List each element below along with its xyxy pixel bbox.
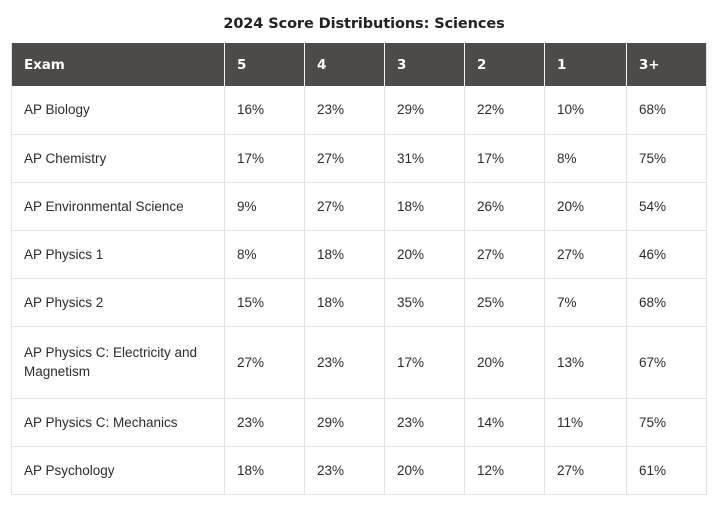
- cell-score-3plus: 68%: [627, 278, 707, 326]
- table-row: AP Physics C: Electricity and Magnetism …: [12, 326, 707, 398]
- cell-score-2: 20%: [465, 326, 545, 398]
- cell-score-2: 26%: [465, 182, 545, 230]
- cell-score-3: 20%: [385, 230, 465, 278]
- column-header-2[interactable]: 2: [465, 43, 545, 86]
- cell-score-3plus: 46%: [627, 230, 707, 278]
- cell-score-1: 10%: [545, 86, 627, 134]
- cell-score-1: 13%: [545, 326, 627, 398]
- column-header-3plus[interactable]: 3+: [627, 43, 707, 86]
- cell-exam-name: AP Chemistry: [12, 134, 225, 182]
- cell-score-5: 8%: [225, 230, 305, 278]
- cell-score-4: 27%: [305, 134, 385, 182]
- cell-score-3plus: 61%: [627, 446, 707, 494]
- cell-exam-name: AP Biology: [12, 86, 225, 134]
- cell-score-1: 20%: [545, 182, 627, 230]
- cell-score-5: 18%: [225, 446, 305, 494]
- cell-score-4: 18%: [305, 278, 385, 326]
- cell-score-4: 27%: [305, 182, 385, 230]
- cell-score-5: 16%: [225, 86, 305, 134]
- cell-score-2: 17%: [465, 134, 545, 182]
- cell-exam-name: AP Physics C: Electricity and Magnetism: [12, 326, 225, 398]
- cell-score-1: 27%: [545, 446, 627, 494]
- cell-score-2: 14%: [465, 398, 545, 446]
- table-row: AP Physics C: Mechanics 23% 29% 23% 14% …: [12, 398, 707, 446]
- cell-score-3plus: 75%: [627, 134, 707, 182]
- cell-score-5: 23%: [225, 398, 305, 446]
- cell-score-4: 29%: [305, 398, 385, 446]
- cell-exam-name: AP Environmental Science: [12, 182, 225, 230]
- page-title: 2024 Score Distributions: Sciences: [0, 0, 728, 33]
- cell-score-4: 23%: [305, 326, 385, 398]
- column-header-4[interactable]: 4: [305, 43, 385, 86]
- table-body: AP Biology 16% 23% 29% 22% 10% 68% AP Ch…: [12, 86, 707, 494]
- score-distribution-table: Exam 5 4 3 2 1 3+ AP Biology 16% 23% 29%…: [11, 43, 707, 495]
- table-row: AP Environmental Science 9% 27% 18% 26% …: [12, 182, 707, 230]
- cell-score-5: 17%: [225, 134, 305, 182]
- cell-score-5: 9%: [225, 182, 305, 230]
- column-header-exam[interactable]: Exam: [12, 43, 225, 86]
- table-row: AP Chemistry 17% 27% 31% 17% 8% 75%: [12, 134, 707, 182]
- cell-score-4: 18%: [305, 230, 385, 278]
- cell-score-5: 27%: [225, 326, 305, 398]
- table-container: Exam 5 4 3 2 1 3+ AP Biology 16% 23% 29%…: [11, 43, 706, 495]
- table-row: AP Physics 1 8% 18% 20% 27% 27% 46%: [12, 230, 707, 278]
- cell-score-1: 27%: [545, 230, 627, 278]
- cell-score-3: 35%: [385, 278, 465, 326]
- cell-score-1: 8%: [545, 134, 627, 182]
- page-root: 2024 Score Distributions: Sciences Exam …: [0, 0, 728, 517]
- cell-score-2: 25%: [465, 278, 545, 326]
- cell-exam-name: AP Physics 2: [12, 278, 225, 326]
- cell-exam-name: AP Physics C: Mechanics: [12, 398, 225, 446]
- column-header-5[interactable]: 5: [225, 43, 305, 86]
- cell-score-3: 31%: [385, 134, 465, 182]
- cell-score-2: 22%: [465, 86, 545, 134]
- cell-score-3plus: 75%: [627, 398, 707, 446]
- cell-score-1: 11%: [545, 398, 627, 446]
- cell-score-3: 20%: [385, 446, 465, 494]
- table-header: Exam 5 4 3 2 1 3+: [12, 43, 707, 86]
- column-header-1[interactable]: 1: [545, 43, 627, 86]
- cell-score-3: 18%: [385, 182, 465, 230]
- table-row: AP Physics 2 15% 18% 35% 25% 7% 68%: [12, 278, 707, 326]
- table-row: AP Biology 16% 23% 29% 22% 10% 68%: [12, 86, 707, 134]
- cell-score-3: 23%: [385, 398, 465, 446]
- table-row: AP Psychology 18% 23% 20% 12% 27% 61%: [12, 446, 707, 494]
- cell-score-3: 29%: [385, 86, 465, 134]
- cell-score-3plus: 68%: [627, 86, 707, 134]
- cell-score-4: 23%: [305, 86, 385, 134]
- cell-score-3plus: 54%: [627, 182, 707, 230]
- cell-score-2: 27%: [465, 230, 545, 278]
- cell-exam-name: AP Physics 1: [12, 230, 225, 278]
- cell-score-3plus: 67%: [627, 326, 707, 398]
- cell-score-2: 12%: [465, 446, 545, 494]
- cell-score-1: 7%: [545, 278, 627, 326]
- column-header-3[interactable]: 3: [385, 43, 465, 86]
- cell-score-3: 17%: [385, 326, 465, 398]
- cell-score-5: 15%: [225, 278, 305, 326]
- header-row: Exam 5 4 3 2 1 3+: [12, 43, 707, 86]
- cell-exam-name: AP Psychology: [12, 446, 225, 494]
- cell-score-4: 23%: [305, 446, 385, 494]
